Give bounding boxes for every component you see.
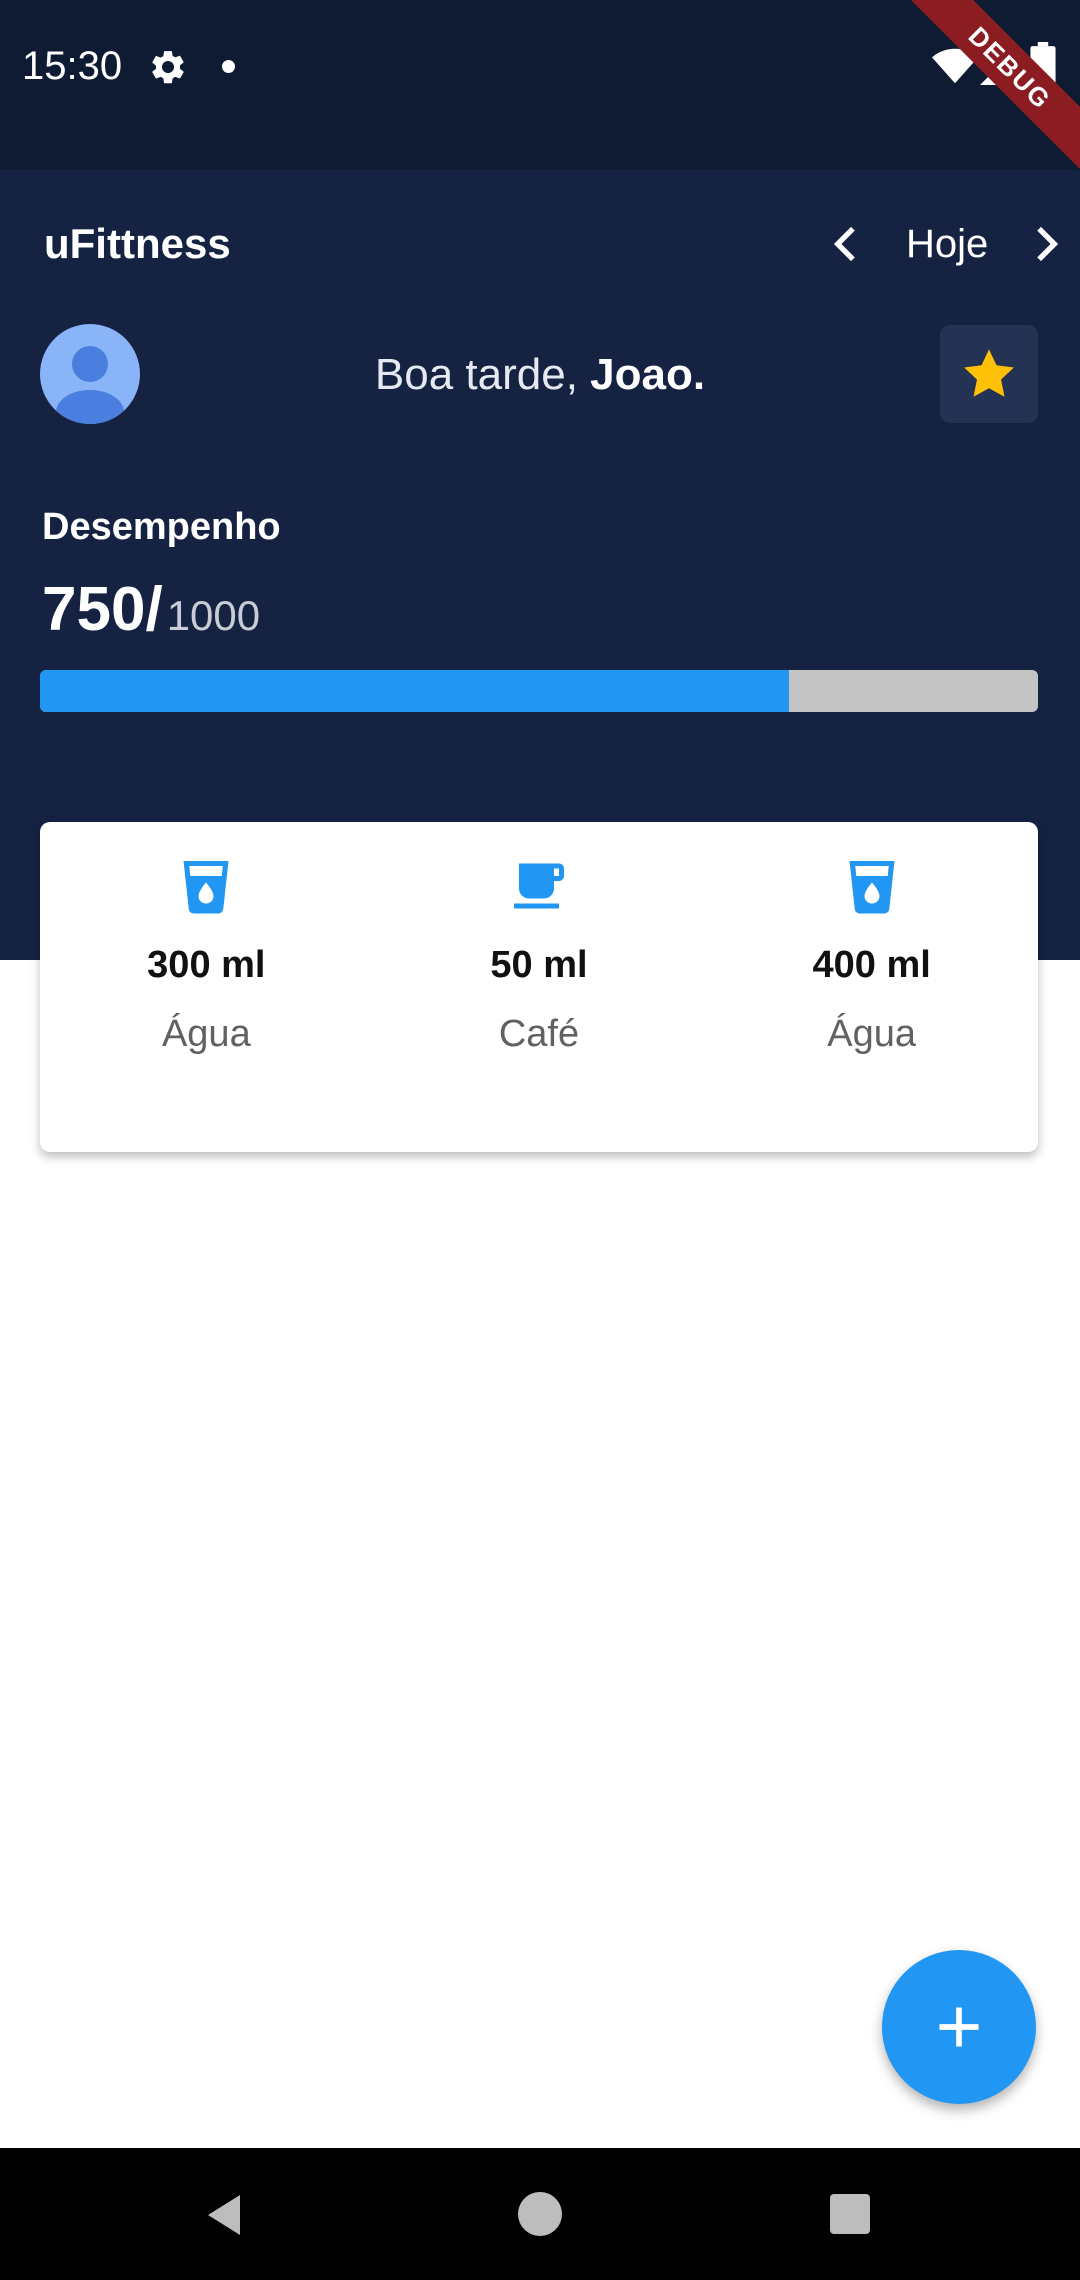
status-time: 15:30 — [22, 44, 123, 88]
system-nav-bar — [0, 2148, 1080, 2280]
chevron-right-icon[interactable] — [1026, 224, 1066, 264]
drink-summary-card: 300 ml Água 50 ml Café 400 ml Água — [40, 822, 1038, 1152]
back-icon[interactable] — [200, 2190, 248, 2240]
recents-icon[interactable] — [830, 2194, 870, 2234]
app-title: uFittness — [44, 220, 231, 267]
gear-icon — [152, 51, 184, 84]
home-icon[interactable] — [518, 2192, 562, 2236]
greeting: Boa tarde, Joao. — [0, 350, 1080, 400]
star-icon — [964, 349, 1014, 397]
drink-amount: 50 ml — [490, 944, 588, 986]
favorite-button[interactable] — [940, 325, 1038, 423]
performance-value: 750/1000 — [42, 574, 260, 645]
drink-type: Água — [161, 1013, 251, 1055]
user-name: Joao. — [590, 350, 706, 399]
status-bar: 15:30 — [0, 0, 1080, 170]
drink-item[interactable]: 400 ml Água — [705, 822, 1038, 1152]
drink-amount: 300 ml — [147, 944, 266, 986]
coffee-cup-icon — [514, 863, 564, 909]
add-button[interactable] — [882, 1950, 1036, 2104]
water-glass-icon — [849, 861, 895, 914]
dot-icon — [222, 60, 235, 73]
performance-progress-fill — [40, 670, 789, 712]
greeting-prefix: Boa tarde, — [374, 350, 591, 399]
performance-current: 750 — [42, 575, 146, 644]
performance-progress-bar — [40, 670, 1038, 712]
date-label: Hoje — [906, 222, 989, 266]
drink-item[interactable]: 300 ml Água — [40, 822, 373, 1152]
performance-label: Desempenho — [42, 506, 281, 548]
performance-total: 1000 — [166, 592, 261, 639]
plus-icon — [939, 2007, 979, 2047]
performance-separator: / — [145, 575, 163, 644]
drink-type: Café — [498, 1013, 580, 1055]
chevron-left-icon[interactable] — [826, 224, 866, 264]
drink-type: Água — [827, 1013, 917, 1055]
drink-item[interactable]: 50 ml Café — [373, 822, 706, 1152]
drink-amount: 400 ml — [812, 944, 931, 986]
water-glass-icon — [183, 861, 229, 914]
